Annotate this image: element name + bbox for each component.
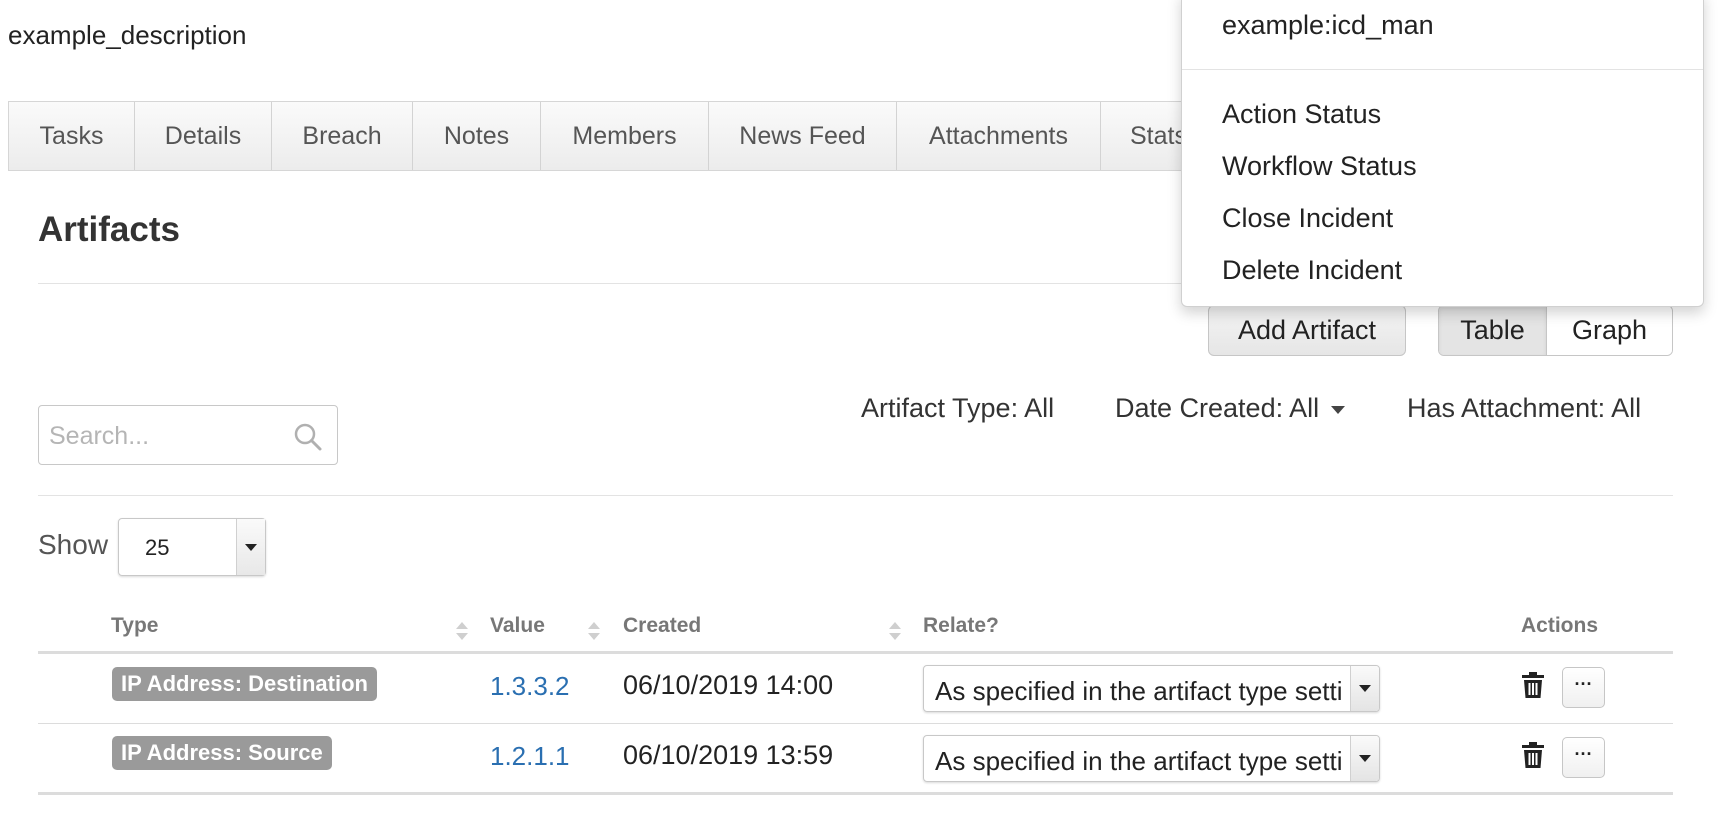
artifact-type-badge: IP Address: Source (112, 736, 332, 770)
menu-divider (1182, 69, 1703, 70)
column-header-created[interactable]: Created (623, 614, 701, 638)
tab-notes[interactable]: Notes (413, 102, 541, 170)
relate-select-value: As specified in the artifact type settin… (935, 676, 1343, 706)
trash-icon[interactable] (1522, 742, 1544, 768)
table-row-divider (38, 723, 1673, 724)
artifact-type-filter[interactable]: Artifact Type: All (861, 393, 1054, 424)
column-header-value[interactable]: Value (490, 614, 545, 638)
page-size-value: 25 (145, 535, 170, 560)
artifact-type-badge: IP Address: Destination (112, 667, 377, 701)
tab-breach[interactable]: Breach (272, 102, 413, 170)
section-title: Artifacts (38, 210, 180, 249)
incident-actions-menu: example:icd_man Action Status Workflow S… (1181, 0, 1704, 307)
chevron-down-icon (1350, 666, 1379, 711)
date-created-filter[interactable]: Date Created: All (1115, 393, 1346, 424)
column-header-actions: Actions (1521, 614, 1599, 637)
sort-icon[interactable] (587, 622, 601, 644)
artifact-created: 06/10/2019 13:59 (623, 740, 834, 770)
page-size-select[interactable]: 25 (118, 518, 266, 576)
chevron-down-icon (1350, 736, 1379, 781)
tab-members[interactable]: Members (541, 102, 709, 170)
incident-description: example_description (8, 20, 247, 50)
date-created-filter-label: Date Created: All (1115, 393, 1320, 423)
chevron-down-icon (236, 519, 265, 575)
add-artifact-button[interactable]: Add Artifact (1208, 305, 1406, 356)
table-header-divider (38, 651, 1673, 654)
table-bottom-divider (38, 792, 1673, 795)
search-box (38, 405, 338, 465)
menu-user-label: example:icd_man (1222, 10, 1434, 40)
menu-item-workflow-status[interactable]: Workflow Status (1222, 151, 1417, 182)
tab-attachments[interactable]: Attachments (897, 102, 1101, 170)
tab-details[interactable]: Details (135, 102, 272, 170)
more-actions-button[interactable]: ··· (1562, 737, 1605, 778)
show-label: Show (38, 529, 109, 560)
view-toggle: Table Graph (1438, 305, 1673, 356)
tab-tasks[interactable]: Tasks (9, 102, 135, 170)
menu-item-action-status[interactable]: Action Status (1222, 99, 1381, 130)
relate-select[interactable]: As specified in the artifact type settin… (923, 665, 1380, 712)
relate-select-value: As specified in the artifact type settin… (935, 746, 1343, 776)
search-icon[interactable] (293, 422, 323, 452)
sort-icon[interactable] (888, 622, 902, 644)
menu-item-delete-incident[interactable]: Delete Incident (1222, 255, 1402, 286)
artifact-value-link[interactable]: 1.2.1.1 (490, 741, 570, 772)
table-view-button[interactable]: Table (1439, 306, 1547, 355)
menu-item-close-incident[interactable]: Close Incident (1222, 203, 1393, 234)
trash-icon[interactable] (1522, 672, 1544, 698)
more-actions-button[interactable]: ··· (1562, 667, 1605, 708)
sort-icon[interactable] (455, 622, 469, 644)
column-header-type[interactable]: Type (111, 614, 158, 638)
artifact-value-link[interactable]: 1.3.3.2 (490, 671, 570, 702)
has-attachment-filter[interactable]: Has Attachment: All (1407, 393, 1641, 424)
tab-news-feed[interactable]: News Feed (709, 102, 897, 170)
filter-divider (38, 495, 1673, 496)
column-header-relate: Relate? (923, 614, 999, 637)
graph-view-button[interactable]: Graph (1547, 306, 1672, 355)
artifact-created: 06/10/2019 14:00 (623, 670, 834, 700)
search-input[interactable] (47, 416, 291, 456)
relate-select[interactable]: As specified in the artifact type settin… (923, 735, 1380, 782)
caret-down-icon (1331, 405, 1346, 414)
